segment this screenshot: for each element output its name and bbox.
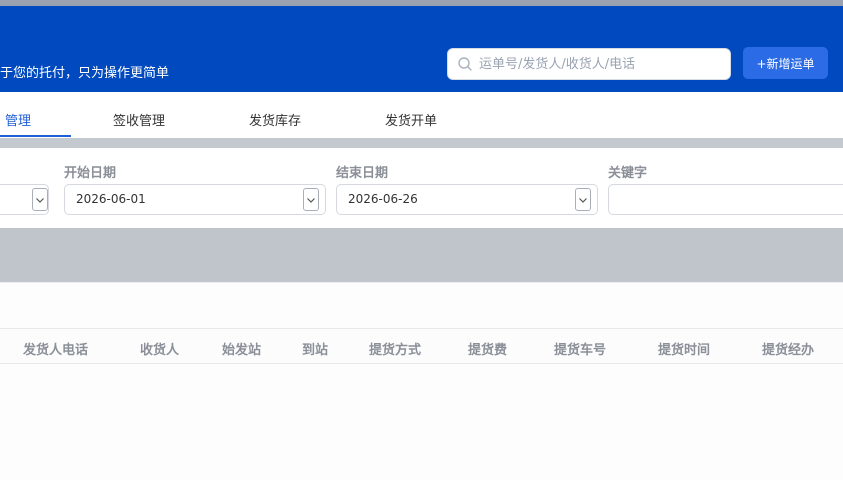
end-date-value: 2026-06-26: [348, 192, 418, 206]
section-divider: [0, 138, 843, 148]
cut-off-select[interactable]: [0, 184, 49, 215]
dropdown-toggle[interactable]: [32, 188, 48, 211]
table-header: 发货人电话 收货人 始发站 到站 提货方式 提货费 提货车号 提货时间 提货经办: [0, 328, 843, 364]
column-header[interactable]: 提货方式: [369, 339, 421, 358]
table-toolbar: [0, 282, 843, 329]
keyword-label: 关键字: [608, 166, 648, 181]
column-header[interactable]: 收货人: [140, 339, 179, 358]
search-icon: [458, 57, 472, 71]
chevron-down-icon: [307, 198, 315, 203]
end-date-select[interactable]: 2026-06-26: [336, 184, 598, 215]
start-date-dropdown[interactable]: [303, 188, 319, 211]
search-input[interactable]: [479, 49, 719, 79]
start-date-value: 2026-06-01: [76, 192, 146, 206]
end-date-label: 结束日期: [336, 166, 389, 181]
tab-receipt-management[interactable]: 签收管理: [113, 110, 165, 129]
tab-shipping-management[interactable]: 管理: [5, 110, 31, 129]
chevron-down-icon: [36, 198, 44, 203]
active-tab-indicator: [0, 135, 71, 137]
chevron-down-icon: [579, 198, 587, 203]
main-tabs: 管理 签收管理 发货库存 发货开单: [0, 92, 843, 138]
column-header[interactable]: 提货经办: [762, 339, 814, 358]
keyword-input[interactable]: [608, 184, 843, 215]
header-slogan: 于您的托付，只为操作更简单: [0, 66, 170, 81]
add-waybill-button[interactable]: +新增运单: [743, 47, 828, 79]
app-header: 于您的托付，只为操作更简单 +新增运单: [0, 6, 843, 92]
column-header[interactable]: 提货车号: [554, 339, 606, 358]
column-header[interactable]: 始发站: [222, 339, 261, 358]
tab-create-shipment[interactable]: 发货开单: [385, 110, 437, 129]
toolbar-area: [0, 228, 843, 282]
column-header[interactable]: 发货人电话: [23, 339, 88, 358]
column-header[interactable]: 到站: [302, 339, 328, 358]
column-header[interactable]: 提货费: [468, 339, 507, 358]
waybill-search-box[interactable]: [447, 48, 731, 80]
start-date-label: 开始日期: [64, 166, 117, 181]
column-header[interactable]: 提货时间: [658, 339, 710, 358]
tab-shipping-inventory[interactable]: 发货库存: [249, 110, 301, 129]
start-date-select[interactable]: 2026-06-01: [64, 184, 326, 215]
end-date-dropdown[interactable]: [575, 188, 591, 211]
